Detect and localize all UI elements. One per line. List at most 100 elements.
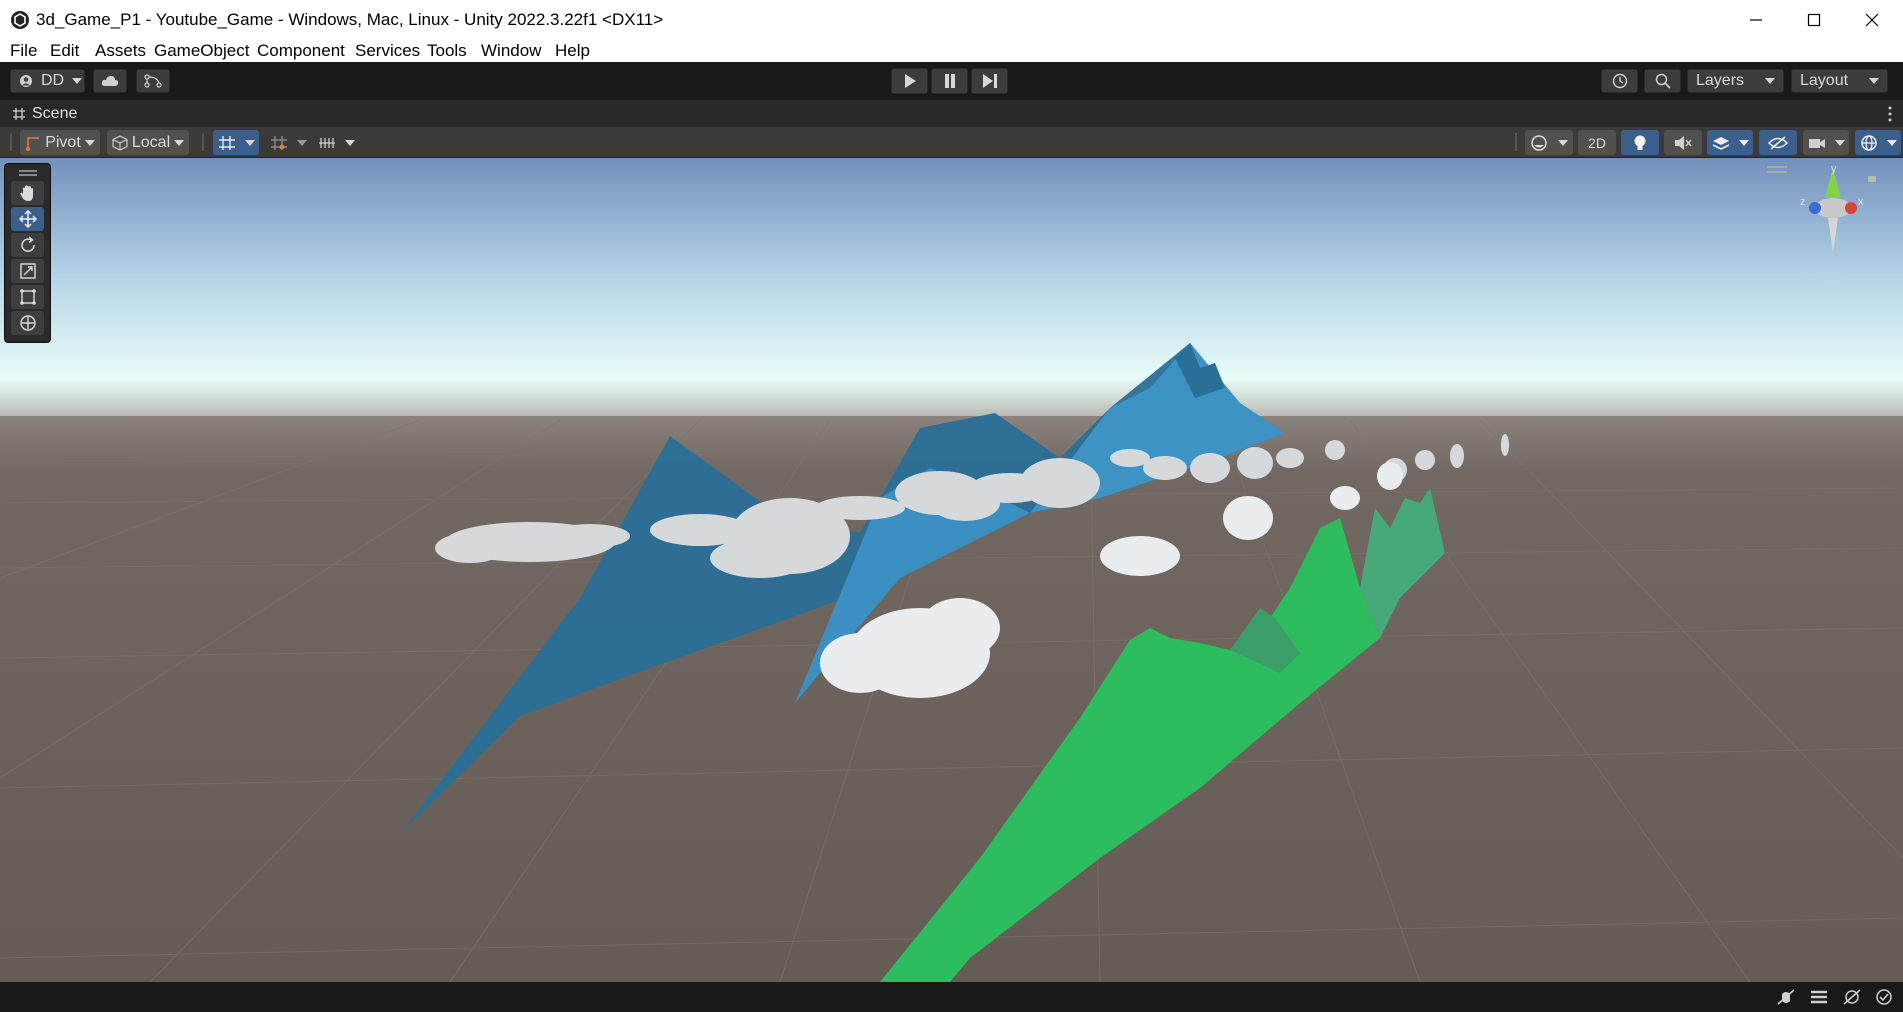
layout-dropdown[interactable]: Layout xyxy=(1791,69,1888,93)
history-icon xyxy=(1612,73,1627,89)
rotate-tool[interactable] xyxy=(11,233,44,257)
camera-dropdown[interactable] xyxy=(1803,130,1849,155)
hand-icon xyxy=(19,185,33,201)
scale-tool[interactable] xyxy=(11,259,44,283)
gizmo-x-label: x xyxy=(1858,196,1864,208)
step-icon xyxy=(982,74,997,88)
account-dropdown[interactable]: DD xyxy=(10,69,85,93)
menu-bar: File Edit Assets GameObject Component Se… xyxy=(0,40,1903,62)
close-icon xyxy=(1865,13,1879,27)
mode-2d-label: 2D xyxy=(1588,134,1606,151)
auto-generate-lighting-icon[interactable] xyxy=(1842,988,1862,1006)
play-button[interactable] xyxy=(891,68,928,94)
menu-help[interactable]: Help xyxy=(555,41,590,61)
collab-icon xyxy=(144,74,162,88)
account-icon xyxy=(20,75,32,87)
layers-label: Layers xyxy=(1696,72,1745,89)
minimize-icon xyxy=(1750,19,1762,21)
tab-scene[interactable]: Scene xyxy=(0,100,100,127)
search-icon xyxy=(1655,73,1671,89)
globe-icon xyxy=(1860,134,1877,151)
minimize-button[interactable] xyxy=(1727,0,1785,40)
gizmo-z-axis[interactable] xyxy=(1809,202,1821,214)
hand-tool[interactable] xyxy=(11,181,44,205)
history-button[interactable] xyxy=(1601,69,1638,93)
collab-button[interactable] xyxy=(136,69,170,93)
view-projection-label[interactable]: < Persp xyxy=(1802,271,1844,285)
menu-tools[interactable]: Tools xyxy=(427,41,467,61)
lock-icon[interactable] xyxy=(1868,176,1876,182)
gizmo-x-axis[interactable] xyxy=(1845,202,1857,214)
menu-services[interactable]: Services xyxy=(355,41,420,61)
debug-icon[interactable] xyxy=(1776,988,1796,1006)
separator xyxy=(202,133,204,151)
menu-gameobject[interactable]: GameObject xyxy=(154,41,249,61)
menu-file[interactable]: File xyxy=(10,41,37,61)
sphere-icon xyxy=(1531,134,1547,151)
drag-handle[interactable] xyxy=(10,133,12,151)
incremental-snap-button[interactable] xyxy=(265,130,311,155)
chevron-down-icon xyxy=(72,78,83,84)
sky xyxy=(0,158,1903,418)
menu-component[interactable]: Component xyxy=(257,41,345,61)
hidden-objects-toggle[interactable] xyxy=(1759,130,1797,155)
menu-assets[interactable]: Assets xyxy=(95,41,146,61)
pivot-dropdown[interactable]: Pivot xyxy=(20,130,100,155)
cloud-button[interactable] xyxy=(93,69,127,93)
play-icon xyxy=(904,74,916,88)
gizmos-dropdown[interactable] xyxy=(1855,130,1901,155)
step-button[interactable] xyxy=(971,68,1008,94)
transform-icon xyxy=(19,315,36,331)
maximize-button[interactable] xyxy=(1785,0,1843,40)
move-icon xyxy=(18,210,37,228)
unity-icon xyxy=(11,11,29,29)
title-bar: 3d_Game_P1 - Youtube_Game - Windows, Mac… xyxy=(0,0,1903,40)
snap-icon xyxy=(270,135,287,150)
chevron-down-icon xyxy=(1834,139,1845,146)
more-options-icon[interactable] xyxy=(1887,106,1893,122)
eye-slash-icon xyxy=(1768,135,1788,150)
audio-toggle[interactable] xyxy=(1664,130,1702,155)
chevron-down-icon xyxy=(344,139,355,146)
pivot-icon xyxy=(26,136,40,151)
tab-scene-label: Scene xyxy=(32,104,78,122)
cloud-icon xyxy=(101,76,119,86)
drag-handle[interactable] xyxy=(1767,166,1787,168)
chevron-down-icon xyxy=(84,139,95,146)
menu-window[interactable]: Window xyxy=(481,41,541,61)
cache-server-icon[interactable] xyxy=(1809,988,1829,1006)
separator xyxy=(1515,133,1517,151)
local-dropdown[interactable]: Local xyxy=(107,130,189,155)
lighting-toggle[interactable] xyxy=(1621,130,1659,155)
mode-2d-button[interactable]: 2D xyxy=(1578,130,1616,155)
pause-icon xyxy=(944,74,955,88)
layers-dropdown[interactable]: Layers xyxy=(1687,69,1784,93)
grid-visibility-button[interactable] xyxy=(313,130,359,155)
check-icon[interactable] xyxy=(1875,988,1893,1006)
pause-button[interactable] xyxy=(931,68,968,94)
close-button[interactable] xyxy=(1843,0,1901,40)
layout-label: Layout xyxy=(1800,72,1849,89)
local-label: Local xyxy=(131,133,171,151)
chevron-down-icon xyxy=(174,139,185,146)
move-tool[interactable] xyxy=(11,207,44,231)
search-button[interactable] xyxy=(1644,69,1681,93)
chevron-down-icon xyxy=(1558,139,1568,146)
grid-snap-button[interactable] xyxy=(213,130,259,155)
menu-edit[interactable]: Edit xyxy=(50,41,79,61)
rect-tool[interactable] xyxy=(11,285,44,309)
scene-viewport[interactable]: y z x < Persp xyxy=(0,158,1903,982)
rect-icon xyxy=(19,289,36,305)
main-toolbar: DD Layers Layout xyxy=(0,62,1903,100)
layers-stack-icon xyxy=(1712,136,1729,150)
gizmo-y-label: y xyxy=(1831,163,1837,175)
transform-tools-panel xyxy=(4,163,51,343)
effects-dropdown[interactable] xyxy=(1707,130,1753,155)
transform-tool[interactable] xyxy=(11,311,44,335)
grid-icon xyxy=(13,107,25,120)
chevron-down-icon xyxy=(1738,139,1749,146)
ruler-icon xyxy=(318,137,335,148)
shading-mode-dropdown[interactable] xyxy=(1525,130,1573,155)
chevron-down-icon xyxy=(244,139,255,146)
drag-handle[interactable] xyxy=(19,170,37,172)
